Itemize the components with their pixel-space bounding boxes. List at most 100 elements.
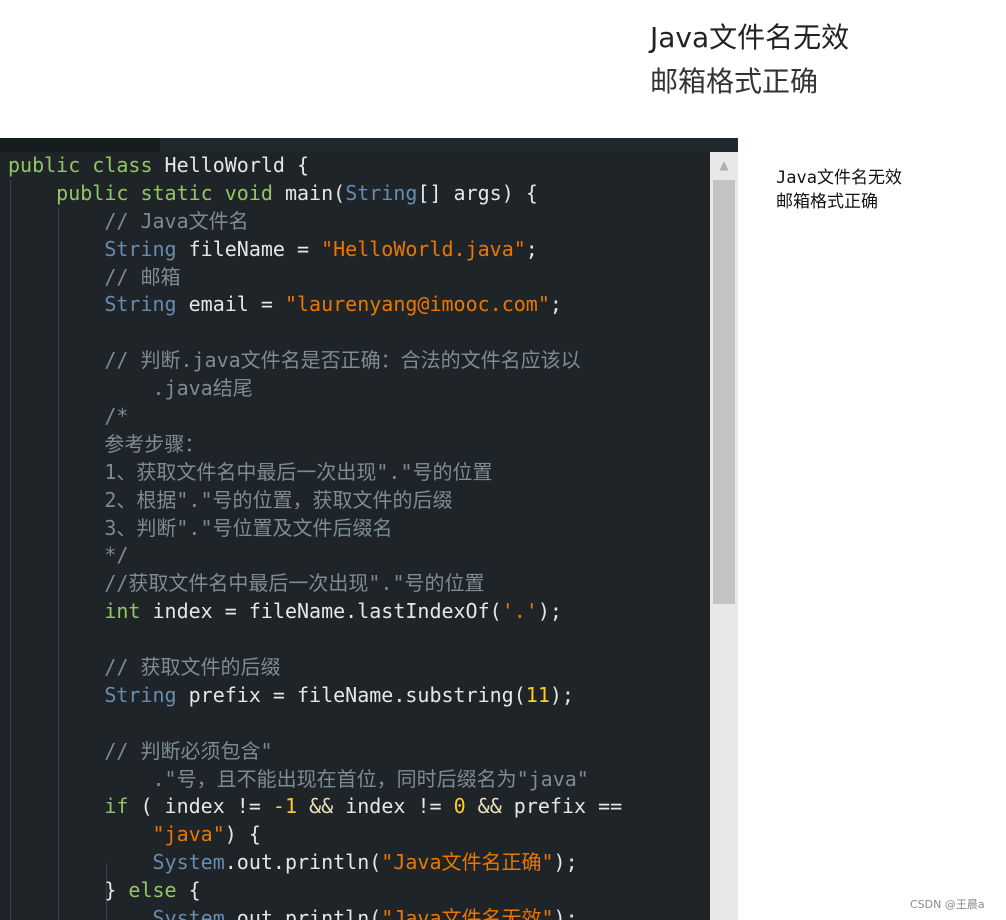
code-line: String prefix = fileName.substring(11); [8,682,708,710]
code-token: 0 [453,794,466,819]
code-line: // 邮箱 [8,264,708,292]
code-token: index != [333,794,454,819]
vertical-scrollbar[interactable]: ▲ [710,152,738,920]
code-token: prefix == [501,794,623,819]
code-token: /* [104,404,129,429]
code-token: public [56,180,129,205]
code-token: "laurenyang@imooc.com" [284,292,550,317]
code-line: // 获取文件的后缀 [8,654,708,682]
code-line: ."号，且不能出现在首位，同时后缀名为"java" [8,766,708,794]
code-editor[interactable]: public class HelloWorld { public static … [0,138,738,920]
code-token: fileName = [176,236,322,261]
code-line: 2、根据"."号的位置，获取文件的后缀 [8,487,708,515]
code-token: { [176,878,201,903]
code-line: 3、判断"."号位置及文件后缀名 [8,515,708,543]
scroll-thumb[interactable] [713,180,735,604]
code-token: ."号，且不能出现在首位，同时后缀名为"java" [152,766,589,791]
code-token: [] args) { [417,180,538,205]
output-line-email-valid-small: 邮箱格式正确 [776,192,878,212]
code-token: // 判断.java文件名是否正确：合法的文件名应该以 [104,348,581,373]
code-line: //获取文件名中最后一次出现"."号的位置 [8,570,708,598]
scroll-up-arrow-icon[interactable]: ▲ [710,152,738,178]
code-token: "HelloWorld.java" [321,236,526,261]
code-line: // 判断必须包含" [8,738,708,766]
code-token: main( [272,180,346,205]
code-line: 1、获取文件名中最后一次出现"."号的位置 [8,459,708,487]
code-token: else [128,878,177,903]
code-line: // Java文件名 [8,208,708,236]
code-line: System.out.println("Java文件名无效"); [8,905,708,920]
code-token: ( index != [128,794,273,819]
code-token: int [104,599,141,624]
code-token: email = [176,292,285,317]
code-token: //获取文件名中最后一次出现"."号的位置 [104,571,485,596]
code-token: ); [537,599,562,624]
code-line: /* [8,403,708,431]
code-token: // 判断必须包含" [104,738,273,763]
code-token: if [104,794,129,819]
code-token: '.' [501,599,538,624]
console-output-large: Java文件名无效 邮箱格式正确 [650,16,849,104]
code-line: if ( index != -1 && index != 0 && prefix… [8,793,708,821]
code-token: String [345,180,418,205]
code-line: public class HelloWorld { [8,152,708,180]
code-token: class [92,153,153,177]
code-token: ; [525,236,538,261]
code-token: System [152,850,225,875]
watermark: CSDN @王晨a [910,898,985,911]
code-line: int index = fileName.lastIndexOf('.'); [8,598,708,626]
console-output-small: Java文件名无效 邮箱格式正确 [776,166,902,214]
code-line: // 判断.java文件名是否正确：合法的文件名应该以 [8,347,708,375]
code-token: 1、获取文件名中最后一次出现"."号的位置 [104,459,493,484]
editor-top-bar [0,138,738,152]
code-token: index = fileName.lastIndexOf( [140,599,502,624]
code-token: "Java文件名正确" [381,850,554,875]
code-token: // 邮箱 [104,264,181,289]
code-line: } else { [8,877,708,905]
code-token: && [309,794,334,819]
code-area[interactable]: public class HelloWorld { public static … [8,152,708,920]
code-token: } [104,878,129,903]
code-token: ); [553,850,578,875]
code-line: */ [8,542,708,570]
code-token: System [152,906,225,920]
output-line-file-invalid: Java文件名无效 [650,21,850,54]
code-token: void [224,180,273,205]
code-token: ; [549,292,562,317]
code-token: "java" [152,822,225,847]
code-token: prefix = fileName.substring( [176,682,526,707]
code-line: public static void main(String[] args) { [8,180,708,208]
code-token: .out.println( [224,906,382,920]
code-token: // Java文件名 [104,208,249,233]
code-token: "Java文件名无效" [381,906,554,920]
code-line: .java结尾 [8,375,708,403]
code-token: String [104,682,177,707]
code-token: public [8,153,81,177]
code-token: .java结尾 [152,376,253,401]
